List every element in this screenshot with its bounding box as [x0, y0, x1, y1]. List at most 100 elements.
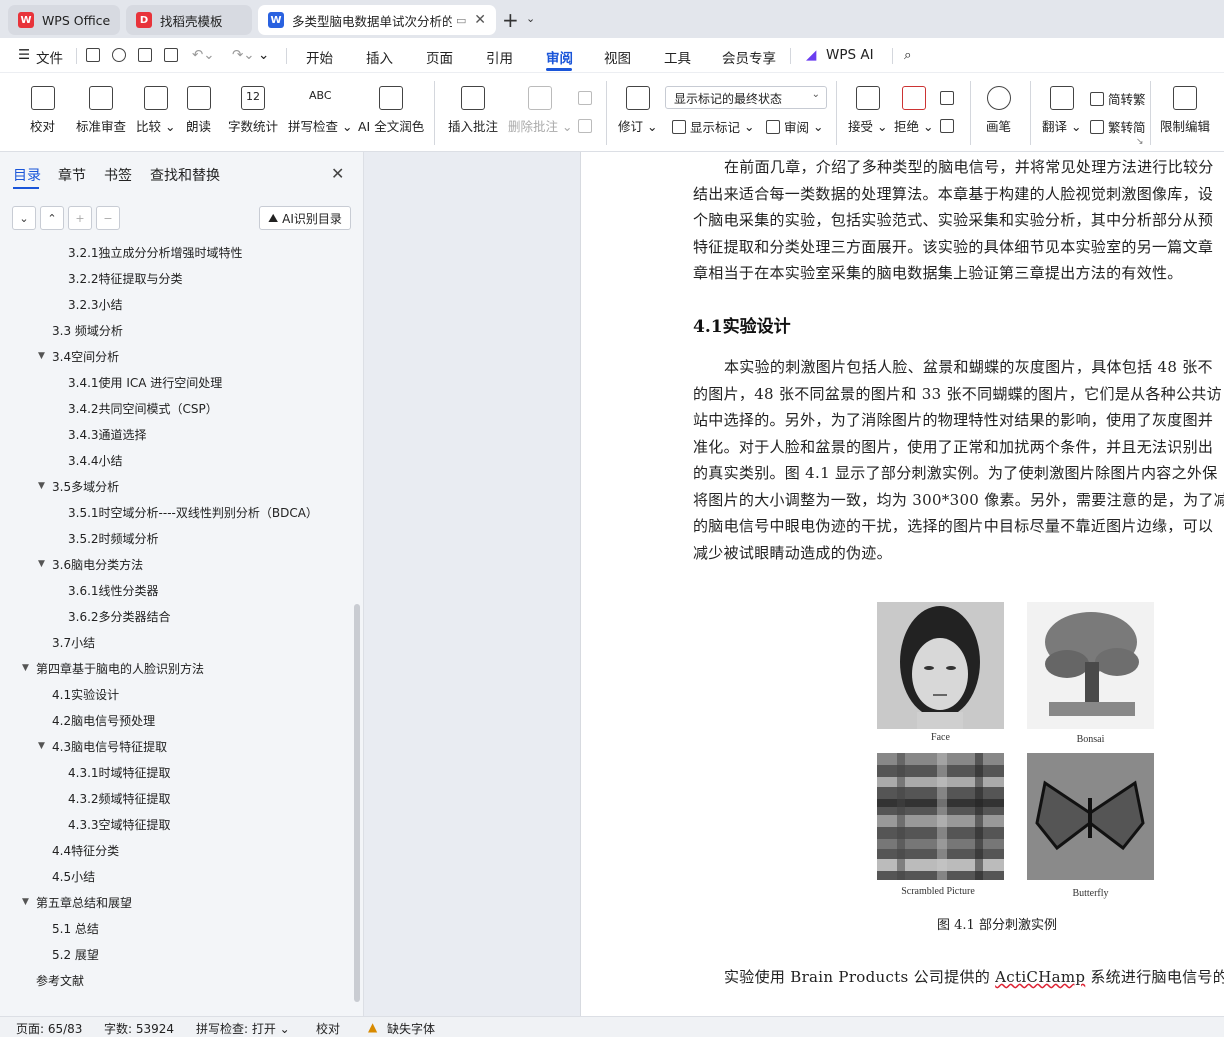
prev-comment-icon[interactable]: [578, 91, 592, 105]
toc-item[interactable]: ▼ 3.5多域分析: [38, 476, 119, 496]
add-icon[interactable]: +: [68, 206, 92, 230]
spell-check-status[interactable]: 拼写检查: 打开 ⌄: [196, 1020, 290, 1037]
print-preview-icon[interactable]: [164, 48, 178, 62]
toc-item[interactable]: 3.3 频域分析: [38, 320, 123, 340]
ai-toc-button[interactable]: ⛰ AI识别目录: [259, 206, 351, 230]
hamburger-icon[interactable]: ☰: [18, 47, 30, 63]
menu-view[interactable]: 视图: [604, 47, 631, 67]
menu-insert[interactable]: 插入: [366, 47, 393, 67]
toc-item[interactable]: 3.2.1独立成分分析增强时域特性: [54, 242, 243, 262]
redo-icon[interactable]: ↷⌄: [232, 47, 255, 63]
toc-item[interactable]: 3.7小结: [38, 632, 95, 652]
next-comment-icon[interactable]: [578, 119, 592, 133]
toc-item[interactable]: 3.4.3通道选择: [54, 424, 147, 444]
tab-find-replace[interactable]: 查找和替换: [150, 165, 220, 185]
toc-item[interactable]: 3.2.3小结: [54, 294, 123, 314]
proof-status[interactable]: 校对: [316, 1020, 340, 1037]
expand-icon[interactable]: ⌄: [12, 206, 36, 230]
print-icon[interactable]: [138, 48, 152, 62]
standard-review-button[interactable]: 标准审查: [76, 73, 126, 153]
proofread-button[interactable]: 校对: [30, 73, 55, 153]
menu-page[interactable]: 页面: [426, 47, 453, 67]
toc-item[interactable]: ▼ 第四章基于脑电的人脸识别方法: [22, 658, 204, 678]
new-tab-icon[interactable]: +: [502, 8, 519, 32]
toc-item[interactable]: 4.4特征分类: [38, 840, 119, 860]
collapse-arrow-icon[interactable]: ▼: [38, 481, 52, 491]
toc-item[interactable]: ▼ 第五章总结和展望: [22, 892, 132, 912]
tab-wps-office[interactable]: W WPS Office: [8, 5, 120, 35]
search-icon[interactable]: ⌕: [904, 47, 912, 63]
translate-button[interactable]: 翻译 ⌄: [1042, 73, 1081, 153]
toc-item[interactable]: ▼ 4.3脑电信号特征提取: [38, 736, 167, 756]
close-icon[interactable]: ✕: [474, 12, 486, 28]
tab-docer[interactable]: D 找稻壳模板: [126, 5, 252, 35]
compare-button[interactable]: 比较 ⌄: [136, 73, 175, 153]
show-markup-button[interactable]: 显示标记 ⌄: [672, 117, 754, 136]
tab-bookmarks[interactable]: 书签: [104, 165, 132, 185]
toc-item[interactable]: 4.3.1时域特征提取: [54, 762, 171, 782]
close-icon[interactable]: ✕: [331, 164, 344, 183]
tab-toc[interactable]: 目录: [13, 165, 41, 185]
menu-file[interactable]: 文件: [36, 47, 63, 67]
missing-font-status[interactable]: 缺失字体: [387, 1020, 435, 1037]
toc-item[interactable]: 3.4.4小结: [54, 450, 123, 470]
read-aloud-button[interactable]: 朗读: [186, 73, 211, 153]
trad-to-simp-button[interactable]: 繁转简: [1090, 117, 1146, 136]
tab-document[interactable]: W 多类型脑电数据单试次分析的 ▭ ✕: [258, 5, 496, 35]
prev-change-icon[interactable]: [940, 91, 954, 105]
reject-button[interactable]: 拒绝 ⌄: [894, 73, 933, 153]
pen-button[interactable]: 画笔: [986, 73, 1011, 153]
toc-item[interactable]: 4.5小结: [38, 866, 95, 886]
menu-review[interactable]: 审阅: [546, 47, 573, 67]
menu-home[interactable]: 开始: [306, 47, 333, 67]
delete-comment-button[interactable]: 删除批注 ⌄: [508, 73, 572, 153]
toc-item[interactable]: 3.4.2共同空间模式（CSP）: [54, 398, 218, 418]
toc-item[interactable]: 3.5.2时频域分析: [54, 528, 159, 548]
collapse-arrow-icon[interactable]: ▼: [38, 741, 52, 751]
chevron-down-icon[interactable]: ⌄: [526, 12, 535, 25]
remove-icon[interactable]: −: [96, 206, 120, 230]
toc-item[interactable]: ▼ 3.6脑电分类方法: [38, 554, 143, 574]
toc-item[interactable]: 5.1 总结: [38, 918, 99, 938]
toc-item[interactable]: 4.1实验设计: [38, 684, 119, 704]
save-icon[interactable]: [86, 48, 100, 62]
collapse-arrow-icon[interactable]: ▼: [38, 559, 52, 569]
toc-item[interactable]: ▼ 3.4空间分析: [38, 346, 119, 366]
toc-item[interactable]: 3.6.2多分类器结合: [54, 606, 171, 626]
restrict-edit-button[interactable]: 限制编辑: [1160, 73, 1210, 153]
menu-references[interactable]: 引用: [486, 47, 513, 67]
launcher-icon[interactable]: ↘: [1136, 137, 1144, 147]
toc-item[interactable]: 4.2脑电信号预处理: [38, 710, 155, 730]
collapse-arrow-icon[interactable]: ▼: [22, 897, 36, 907]
toc-item[interactable]: 3.4.1使用 ICA 进行空间处理: [54, 372, 222, 392]
word-count-button[interactable]: 12 字数统计: [228, 73, 278, 153]
collapse-arrow-icon[interactable]: ▼: [22, 663, 36, 673]
simp-to-trad-button[interactable]: 简转繁: [1090, 89, 1146, 108]
toc-item[interactable]: 5.2 展望: [38, 944, 99, 964]
spelling-error[interactable]: ActiCHamp: [995, 968, 1085, 986]
scrollbar[interactable]: [354, 604, 360, 1002]
undo-icon[interactable]: ↶⌄: [192, 47, 215, 63]
next-change-icon[interactable]: [940, 119, 954, 133]
link-icon[interactable]: [112, 48, 126, 62]
review-pane-button[interactable]: 审阅 ⌄: [766, 117, 823, 136]
toc-item[interactable]: 3.6.1线性分类器: [54, 580, 159, 600]
menu-tools[interactable]: 工具: [664, 47, 691, 67]
toc-item[interactable]: 3.2.2特征提取与分类: [54, 268, 183, 288]
spell-check-button[interactable]: ABC 拼写检查 ⌄: [288, 73, 352, 153]
page-indicator[interactable]: 页面: 65/83: [16, 1020, 82, 1037]
collapse-arrow-icon[interactable]: ▼: [38, 351, 52, 361]
toc-item[interactable]: 4.3.3空域特征提取: [54, 814, 171, 834]
more-icon[interactable]: ⌄: [258, 47, 269, 63]
accept-button[interactable]: 接受 ⌄: [848, 73, 887, 153]
menu-member[interactable]: 会员专享: [722, 47, 776, 67]
markup-mode-select[interactable]: 显示标记的最终状态 ⌄: [665, 86, 827, 109]
toc-item[interactable]: 4.3.2频域特征提取: [54, 788, 171, 808]
collapse-icon[interactable]: ⌃: [40, 206, 64, 230]
toc-item[interactable]: 3.5.1时空域分析----双线性判别分析（BDCA）: [54, 502, 318, 522]
word-count[interactable]: 字数: 53924: [104, 1020, 174, 1037]
ai-polish-button[interactable]: AI 全文润色: [358, 73, 424, 153]
track-changes-button[interactable]: 修订 ⌄: [618, 73, 657, 153]
insert-comment-button[interactable]: 插入批注: [448, 73, 498, 153]
toc-item[interactable]: 参考文献: [22, 970, 84, 990]
